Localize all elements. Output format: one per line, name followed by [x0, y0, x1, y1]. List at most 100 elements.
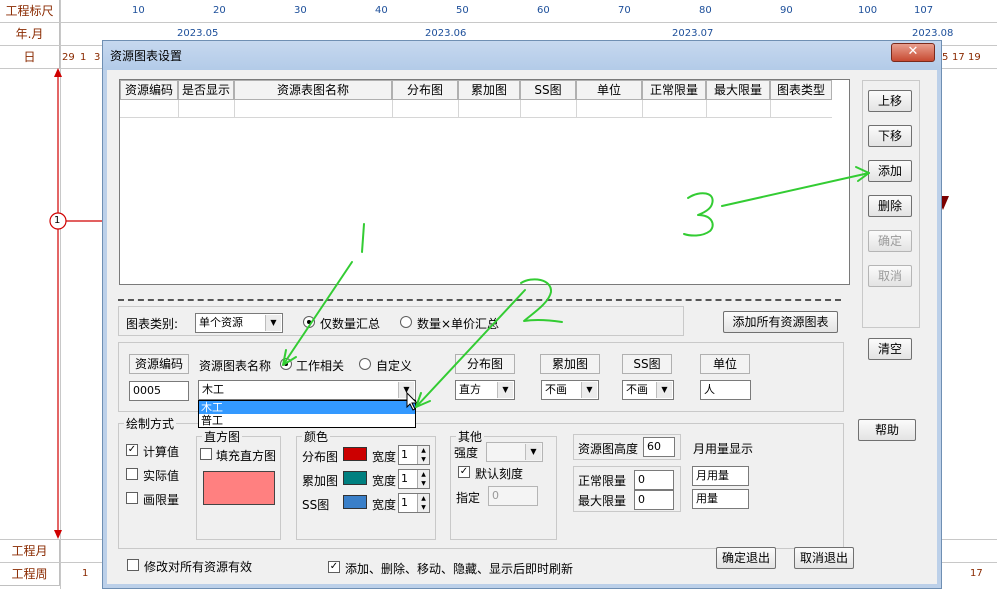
- dialog-titlebar[interactable]: 资源图表设置 ✕: [103, 41, 941, 70]
- normal-limit-input[interactable]: 0: [634, 470, 674, 490]
- table-header[interactable]: 正常限量: [642, 80, 706, 100]
- accum-width-spinner[interactable]: 1 ▲ ▼: [398, 469, 430, 489]
- year-month-row-label: 年.月: [0, 23, 60, 46]
- chevron-down-icon[interactable]: ▼: [581, 382, 597, 398]
- dist-width-spinner[interactable]: 1 ▲ ▼: [398, 445, 430, 465]
- distribution-chart-label: 分布图: [455, 354, 515, 374]
- help-button[interactable]: 帮助: [858, 419, 916, 441]
- table-header[interactable]: 单位: [576, 80, 642, 100]
- apply-all-label: 修改对所有资源有效: [144, 560, 253, 574]
- table-header[interactable]: 是否显示: [178, 80, 234, 100]
- chevron-down-icon[interactable]: ▼: [525, 444, 541, 460]
- ss-width-spinner[interactable]: 1 ▲ ▼: [398, 493, 430, 513]
- fill-histogram-checkbox[interactable]: [200, 448, 212, 460]
- calc-value-label: 计算值: [143, 445, 180, 459]
- add-all-resource-charts-button[interactable]: 添加所有资源图表: [723, 311, 838, 333]
- spin-arrows-icon[interactable]: ▲ ▼: [417, 470, 429, 488]
- intensity-select[interactable]: ▼: [486, 442, 543, 462]
- intensity-label: 强度: [454, 446, 479, 460]
- project-week-row-label: 工程周: [0, 563, 60, 586]
- table-header[interactable]: 图表类型: [770, 80, 832, 100]
- ss-chart-select[interactable]: 不画 ▼: [622, 380, 674, 400]
- ruler-tick: 10: [132, 5, 145, 16]
- distribution-chart-value: 直方: [459, 383, 481, 396]
- dropdown-option-selected[interactable]: 木工: [199, 401, 415, 414]
- ruler-tick: 50: [456, 5, 469, 16]
- table-header[interactable]: 最大限量: [706, 80, 770, 100]
- unit-label: 单位: [700, 354, 750, 374]
- dist-color-swatch[interactable]: [343, 447, 367, 461]
- work-related-label: 工作相关: [296, 359, 345, 373]
- normal-limit-label: 正常限量: [578, 474, 627, 488]
- move-down-button[interactable]: 下移: [868, 125, 912, 147]
- chart-category-value: 单个资源: [199, 316, 243, 329]
- actual-value-checkbox[interactable]: [126, 468, 138, 480]
- spin-arrows-icon[interactable]: ▲ ▼: [417, 446, 429, 464]
- ss-color-label: SS图: [302, 498, 330, 512]
- day-label: 5: [942, 52, 949, 63]
- instant-refresh-checkbox[interactable]: ✓: [328, 561, 340, 573]
- resource-name-select[interactable]: 木工 ▼: [198, 380, 416, 400]
- usage-input[interactable]: 用量: [692, 489, 749, 509]
- resource-name-dropdown[interactable]: 木工 普工: [198, 400, 416, 428]
- quantity-price-radio[interactable]: [400, 316, 412, 328]
- resource-table[interactable]: 资源编码 是否显示 资源表图名称 分布图 累加图 SS图 单位 正常限量 最大限…: [119, 79, 850, 285]
- resource-code-label: 资源编码: [129, 354, 189, 374]
- apply-all-checkbox[interactable]: [127, 559, 139, 571]
- default-scale-checkbox[interactable]: ✓: [458, 466, 470, 478]
- chart-category-select[interactable]: 单个资源 ▼: [195, 313, 283, 333]
- project-month-row-label: 工程月: [0, 540, 60, 563]
- close-button[interactable]: ✕: [891, 43, 935, 62]
- accum-color-swatch[interactable]: [343, 471, 367, 485]
- chevron-down-icon[interactable]: ▼: [656, 382, 672, 398]
- confirm-button[interactable]: 确定: [868, 230, 912, 252]
- delete-button[interactable]: 删除: [868, 195, 912, 217]
- ruler-tick: 60: [537, 5, 550, 16]
- actual-value-label: 实际值: [143, 469, 180, 483]
- accumulation-chart-select[interactable]: 不画 ▼: [541, 380, 599, 400]
- ruler-tick: 20: [213, 5, 226, 16]
- accumulation-chart-label: 累加图: [540, 354, 600, 374]
- table-header[interactable]: 分布图: [392, 80, 458, 100]
- cancel-exit-button[interactable]: 取消退出: [794, 547, 854, 569]
- table-header[interactable]: SS图: [520, 80, 576, 100]
- ruler-tick: 80: [699, 5, 712, 16]
- table-row[interactable]: [120, 100, 832, 118]
- clear-button[interactable]: 清空: [868, 338, 912, 360]
- day-label: 17: [952, 52, 965, 63]
- resource-chart-settings-dialog: 资源图表设置 ✕ 资源编码 是否显示 资源表图名称 分布图 累加图 SS图 单位…: [102, 40, 942, 589]
- max-limit-input[interactable]: 0: [634, 490, 674, 510]
- ok-exit-button[interactable]: 确定退出: [716, 547, 776, 569]
- add-button[interactable]: 添加: [868, 160, 912, 182]
- histogram-color-swatch[interactable]: [203, 471, 275, 505]
- custom-radio[interactable]: [359, 358, 371, 370]
- work-related-radio[interactable]: [280, 358, 292, 370]
- chart-height-input[interactable]: 60: [643, 437, 675, 457]
- accum-color-label: 累加图: [302, 474, 339, 488]
- cancel-button[interactable]: 取消: [868, 265, 912, 287]
- chevron-down-icon[interactable]: ▼: [265, 315, 281, 331]
- move-up-button[interactable]: 上移: [868, 90, 912, 112]
- resource-code-input[interactable]: 0005: [129, 381, 189, 401]
- colors-label: 颜色: [302, 428, 331, 445]
- chevron-down-icon[interactable]: ▼: [497, 382, 513, 398]
- mouse-cursor-icon: [406, 392, 419, 411]
- monthly-usage-input[interactable]: 月用量: [692, 466, 749, 486]
- spin-arrows-icon[interactable]: ▲ ▼: [417, 494, 429, 512]
- draw-limit-checkbox[interactable]: [126, 492, 138, 504]
- distribution-chart-select[interactable]: 直方 ▼: [455, 380, 515, 400]
- ss-color-swatch[interactable]: [343, 495, 367, 509]
- unit-input[interactable]: 人: [700, 380, 751, 400]
- month-label: 2023.06: [425, 28, 467, 39]
- dropdown-option[interactable]: 普工: [199, 414, 415, 427]
- calc-value-checkbox[interactable]: ✓: [126, 444, 138, 456]
- specify-input[interactable]: 0: [488, 486, 538, 506]
- specify-label: 指定: [456, 491, 481, 505]
- table-header[interactable]: 资源表图名称: [234, 80, 392, 100]
- table-header[interactable]: 资源编码: [120, 80, 178, 100]
- quantity-only-radio[interactable]: [303, 316, 315, 328]
- table-header[interactable]: 累加图: [458, 80, 520, 100]
- quantity-price-label: 数量×单价汇总: [417, 317, 500, 331]
- chart-height-label: 资源图高度: [578, 442, 639, 456]
- draw-limit-label: 画限量: [143, 493, 180, 507]
